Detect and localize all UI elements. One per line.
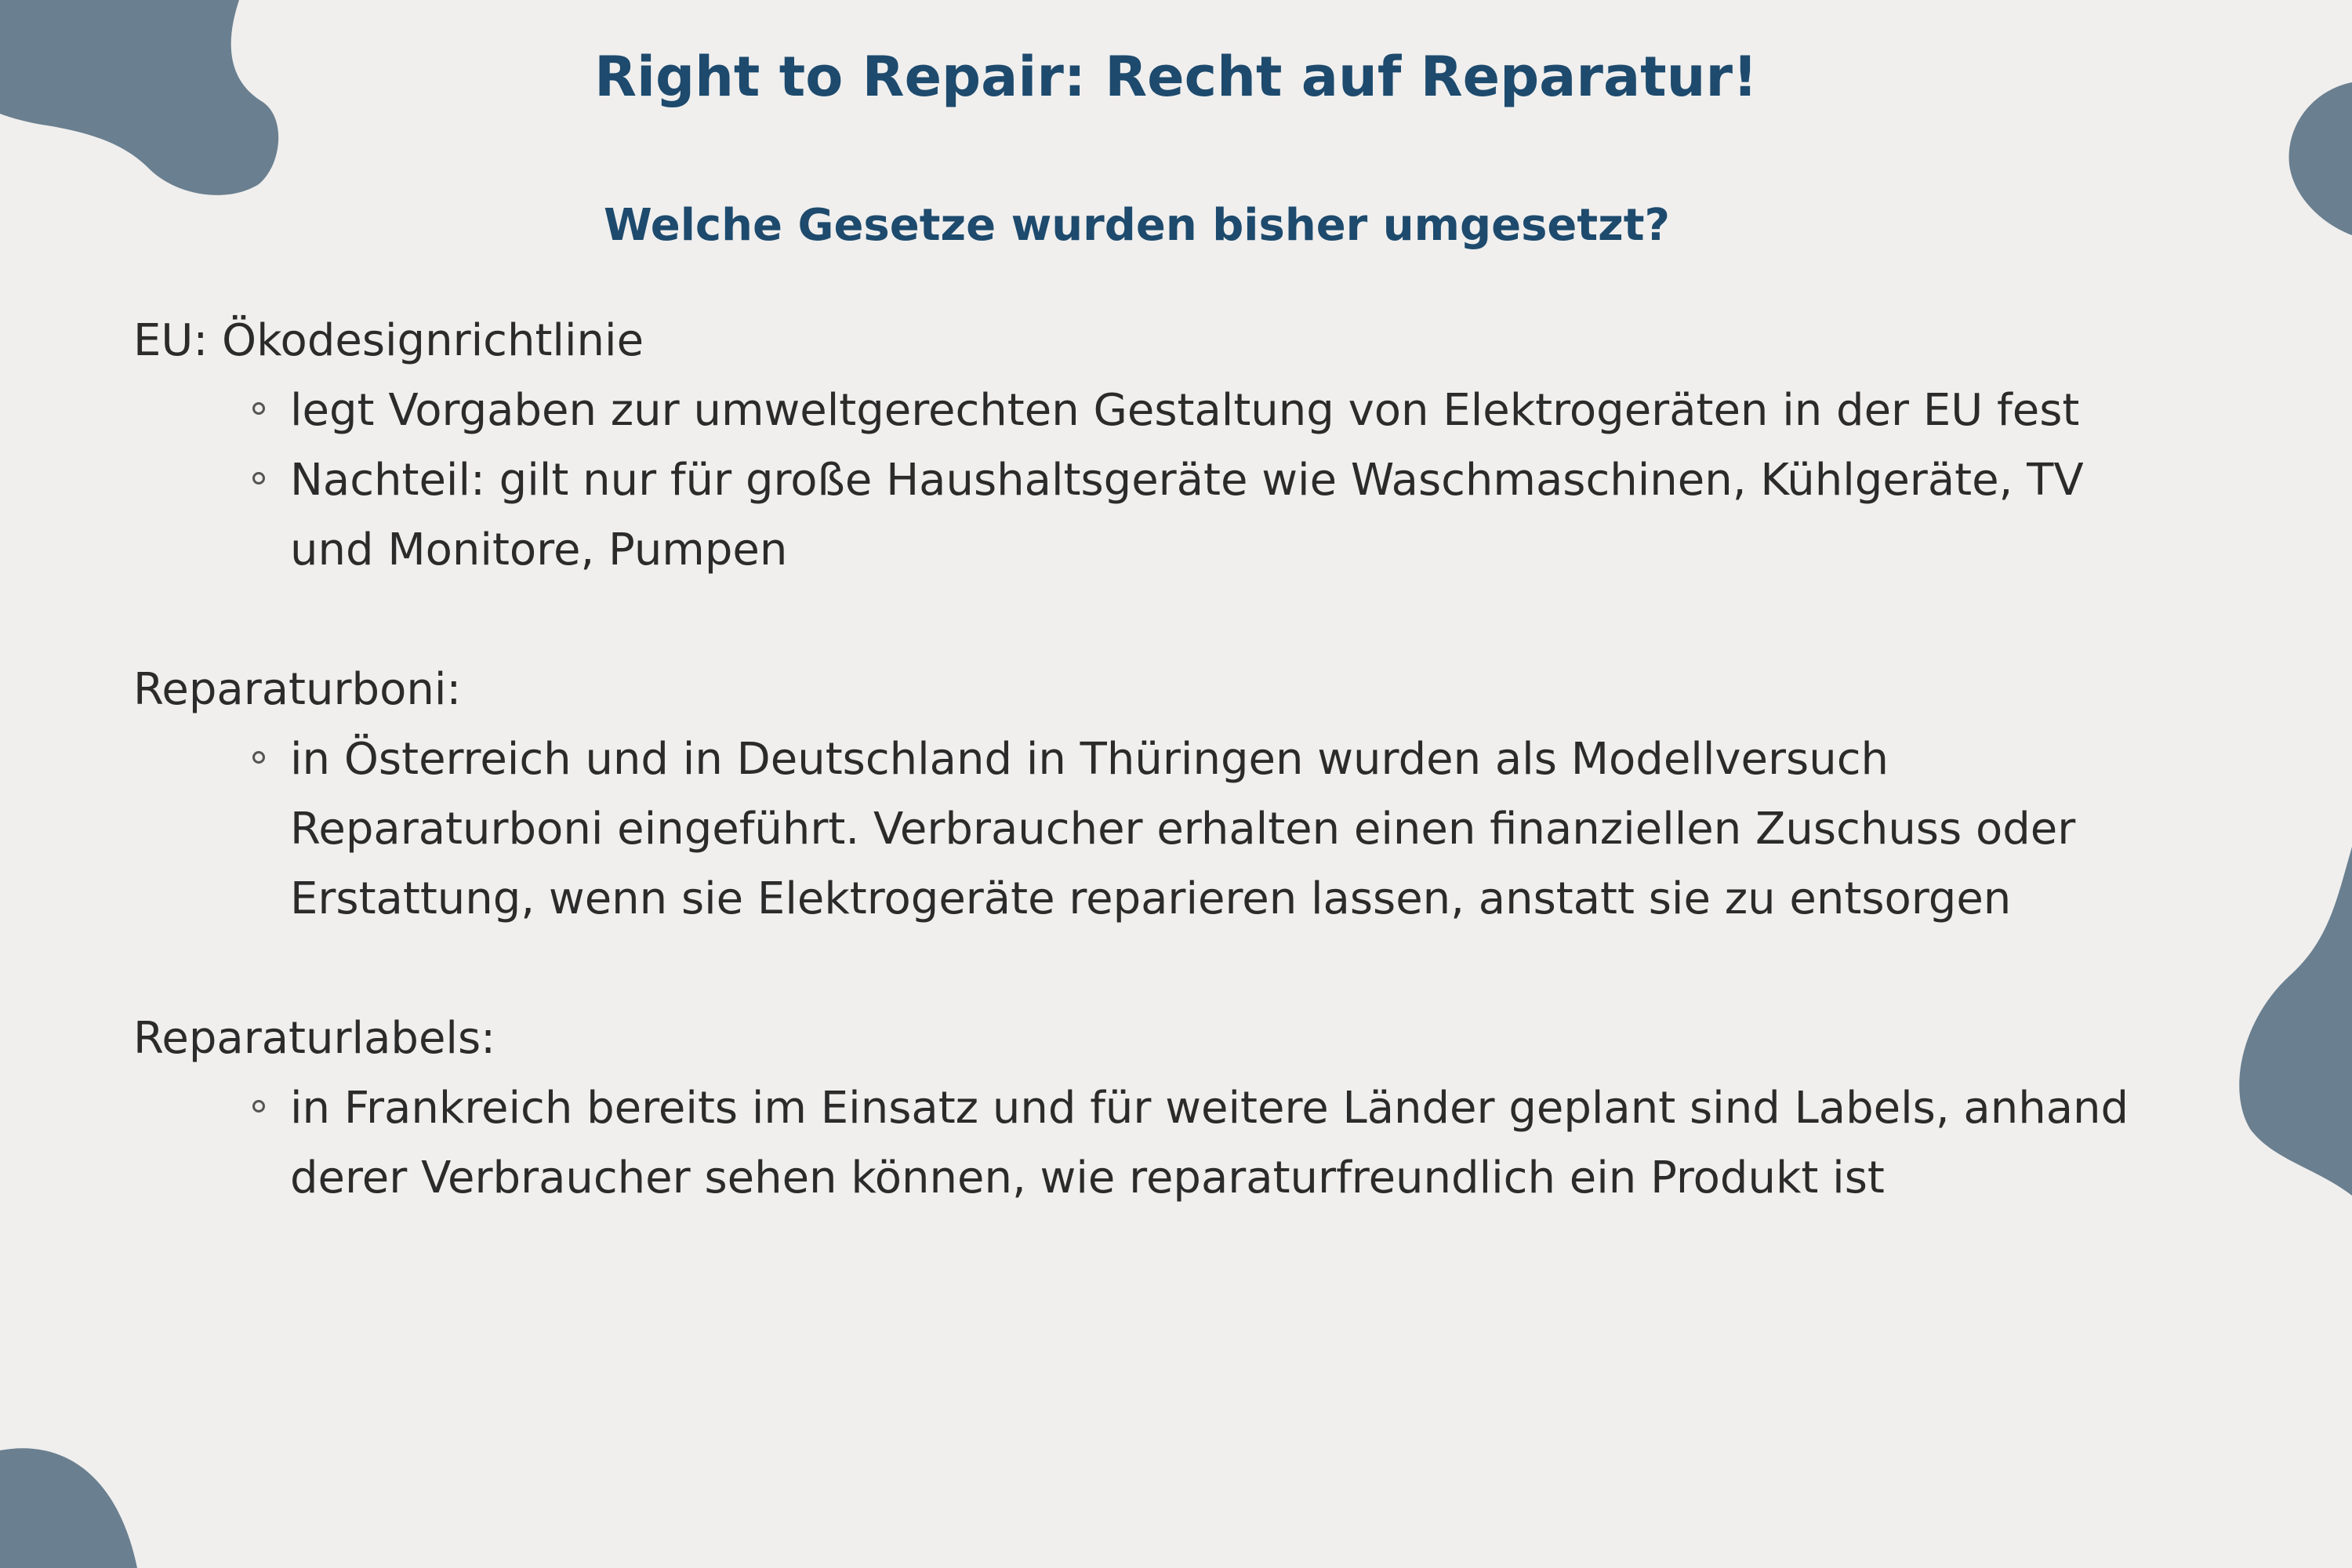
list-item-text: in Frankreich bereits im Einsatz und für…	[290, 1083, 2129, 1203]
section-heading: Reparaturboni:	[133, 664, 462, 715]
circle-bullet-icon	[252, 1100, 265, 1112]
content: EU: Ökodesignrichtlinie legt Vorgaben zu…	[133, 306, 2172, 1283]
bullet-list: legt Vorgaben zur umweltgerechten Gestal…	[133, 376, 2172, 585]
list-item: in Frankreich bereits im Einsatz und für…	[252, 1073, 2156, 1213]
circle-bullet-icon	[252, 402, 265, 415]
circle-bullet-icon	[252, 472, 265, 485]
right-blob	[2239, 847, 2352, 1196]
list-item-text: Nachteil: gilt nur für große Haushaltsge…	[290, 455, 2084, 575]
list-item: in Österreich und in Deutschland in Thür…	[252, 724, 2156, 934]
page-subtitle: Welche Gesetze wurden bisher umgesetzt?	[603, 200, 1671, 251]
bullet-list: in Österreich und in Deutschland in Thür…	[133, 724, 2172, 934]
list-item-text: legt Vorgaben zur umweltgerechten Gestal…	[290, 385, 2080, 436]
page-title: Right to Repair: Recht auf Reparatur!	[594, 45, 1758, 109]
section-ecodesign: EU: Ökodesignrichtlinie legt Vorgaben zu…	[133, 306, 2172, 585]
section-repair-bonus: Reparaturboni: in Österreich und in Deut…	[133, 655, 2172, 934]
list-item: legt Vorgaben zur umweltgerechten Gestal…	[252, 376, 2156, 445]
section-heading: EU: Ökodesignrichtlinie	[133, 315, 644, 366]
list-item: Nachteil: gilt nur für große Haushaltsge…	[252, 445, 2156, 585]
section-heading: Reparaturlabels:	[133, 1013, 495, 1064]
bottom-left-blob	[0, 1448, 137, 1568]
list-item-text: in Österreich und in Deutschland in Thür…	[290, 734, 2076, 924]
circle-bullet-icon	[252, 751, 265, 764]
section-repair-labels: Reparaturlabels: in Frankreich bereits i…	[133, 1004, 2172, 1213]
bullet-list: in Frankreich bereits im Einsatz und für…	[133, 1073, 2172, 1213]
